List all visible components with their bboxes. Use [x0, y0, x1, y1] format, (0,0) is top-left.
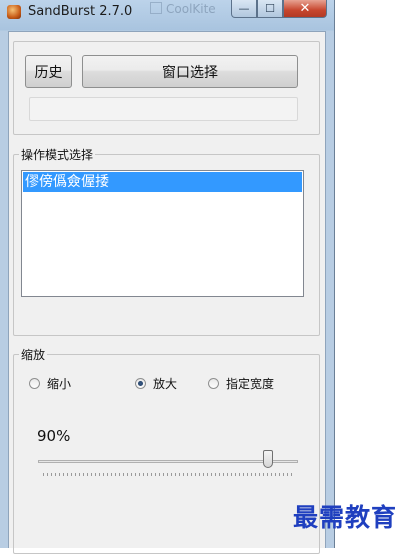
- radio-zoom-in-label: 放大: [153, 377, 178, 391]
- progress-bar: [29, 97, 298, 121]
- slider-track[interactable]: [38, 460, 298, 463]
- radio-fixed-width-label: 指定宽度: [226, 377, 275, 391]
- radio-indicator[interactable]: [208, 378, 219, 389]
- close-button[interactable]: ✕: [283, 0, 327, 18]
- slider-ticks: [43, 473, 293, 476]
- close-icon: ✕: [299, 1, 311, 16]
- slider-thumb[interactable]: [263, 450, 273, 468]
- minimize-icon: —: [238, 2, 250, 15]
- radio-zoom-out[interactable]: 缩小: [29, 375, 71, 392]
- minimize-button[interactable]: —: [231, 0, 257, 18]
- window-icon: [150, 2, 162, 14]
- caption-buttons: — ☐ ✕: [231, 0, 327, 20]
- radio-indicator[interactable]: [29, 378, 40, 389]
- operation-mode-group: 操作模式选择 僇傍僞僉偓捼: [13, 146, 320, 336]
- operation-mode-legend: 操作模式选择: [19, 146, 96, 163]
- toolbar-group: 历史 窗口选择: [13, 41, 320, 135]
- zoom-legend: 缩放: [19, 346, 48, 363]
- maximize-button[interactable]: ☐: [257, 0, 283, 18]
- client-area: 历史 窗口选择 操作模式选择 僇傍僞僉偓捼 缩放 缩小 放大 指定宽度 90%: [8, 31, 326, 554]
- background-window-tab: CoolKite: [150, 2, 220, 18]
- zoom-value: 90%: [37, 427, 71, 445]
- background-window-title: CoolKite: [166, 2, 216, 16]
- list-item[interactable]: 僇傍僞僉偓捼: [23, 172, 302, 192]
- watermark: 最需教育: [292, 503, 397, 532]
- maximize-icon: ☐: [265, 2, 275, 15]
- radio-zoom-out-label: 缩小: [47, 377, 72, 391]
- app-icon: [7, 5, 21, 19]
- radio-fixed-width[interactable]: 指定宽度: [208, 375, 274, 392]
- zoom-slider[interactable]: [38, 450, 300, 480]
- zoom-group: 缩放 缩小 放大 指定宽度 90%: [13, 346, 320, 554]
- history-button[interactable]: 历史: [25, 55, 72, 88]
- title-bar[interactable]: SandBurst 2.7.0 CoolKite — ☐ ✕: [0, 0, 335, 26]
- radio-indicator[interactable]: [135, 378, 146, 389]
- operation-mode-list[interactable]: 僇傍僞僉偓捼: [21, 170, 304, 297]
- window-select-button[interactable]: 窗口选择: [82, 55, 298, 88]
- window-title: SandBurst 2.7.0: [28, 4, 133, 19]
- app-window: SandBurst 2.7.0 CoolKite — ☐ ✕ 历史 窗口选择 操…: [0, 0, 335, 554]
- radio-zoom-in[interactable]: 放大: [135, 375, 177, 392]
